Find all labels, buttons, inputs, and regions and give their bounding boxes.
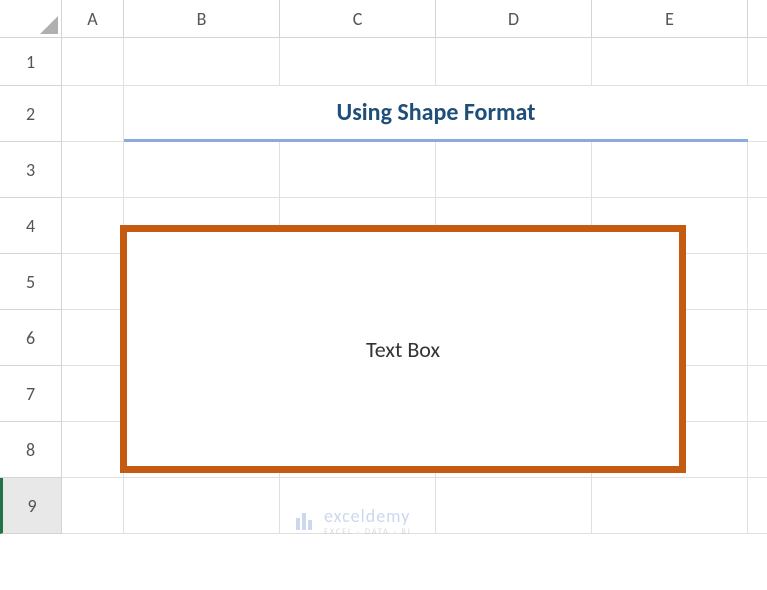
row-header-7[interactable]: 7 bbox=[0, 366, 62, 422]
column-headers: ABCDEF bbox=[62, 0, 767, 38]
title-cell[interactable]: Using Shape Format bbox=[124, 86, 748, 142]
cell-E9[interactable] bbox=[592, 478, 748, 534]
watermark: exceldemy EXCEL · DATA · BI bbox=[290, 505, 412, 537]
row-header-2[interactable]: 2 bbox=[0, 86, 62, 142]
cell-A2[interactable] bbox=[62, 86, 124, 142]
cell-F5[interactable] bbox=[748, 254, 767, 310]
column-header-E[interactable]: E bbox=[592, 0, 748, 38]
row-header-1[interactable]: 1 bbox=[0, 38, 62, 86]
cell-F2[interactable] bbox=[748, 86, 767, 142]
row-header-9[interactable]: 9 bbox=[0, 478, 62, 534]
cell-B3[interactable] bbox=[124, 142, 280, 198]
column-header-F[interactable]: F bbox=[748, 0, 767, 38]
cell-A4[interactable] bbox=[62, 198, 124, 254]
select-all-triangle-icon bbox=[40, 16, 58, 34]
column-header-B[interactable]: B bbox=[124, 0, 280, 38]
cell-A5[interactable] bbox=[62, 254, 124, 310]
cell-A7[interactable] bbox=[62, 366, 124, 422]
row-header-3[interactable]: 3 bbox=[0, 142, 62, 198]
cell-F3[interactable] bbox=[748, 142, 767, 198]
cell-B9[interactable] bbox=[124, 478, 280, 534]
cell-B1[interactable] bbox=[124, 38, 280, 86]
grid-row bbox=[62, 478, 767, 534]
watermark-chart-icon bbox=[290, 510, 316, 532]
cell-A6[interactable] bbox=[62, 310, 124, 366]
cell-D9[interactable] bbox=[436, 478, 592, 534]
row-header-4[interactable]: 4 bbox=[0, 198, 62, 254]
cell-D1[interactable] bbox=[436, 38, 592, 86]
row-header-5[interactable]: 5 bbox=[0, 254, 62, 310]
column-header-A[interactable]: A bbox=[62, 0, 124, 38]
row-header-8[interactable]: 8 bbox=[0, 422, 62, 478]
row-header-6[interactable]: 6 bbox=[0, 310, 62, 366]
cell-F1[interactable] bbox=[748, 38, 767, 86]
cell-A8[interactable] bbox=[62, 422, 124, 478]
cell-A3[interactable] bbox=[62, 142, 124, 198]
cell-F7[interactable] bbox=[748, 366, 767, 422]
cell-C1[interactable] bbox=[280, 38, 436, 86]
row-headers: 123456789 bbox=[0, 38, 62, 534]
cell-F9[interactable] bbox=[748, 478, 767, 534]
cell-E3[interactable] bbox=[592, 142, 748, 198]
cell-F6[interactable] bbox=[748, 310, 767, 366]
column-header-C[interactable]: C bbox=[280, 0, 436, 38]
grid-row bbox=[62, 142, 767, 198]
textbox-shape[interactable]: Text Box bbox=[120, 225, 686, 473]
cell-D3[interactable] bbox=[436, 142, 592, 198]
cell-F4[interactable] bbox=[748, 198, 767, 254]
grid-row bbox=[62, 38, 767, 86]
watermark-name: exceldemy bbox=[324, 505, 412, 527]
cell-A1[interactable] bbox=[62, 38, 124, 86]
cell-E1[interactable] bbox=[592, 38, 748, 86]
select-all-button[interactable] bbox=[0, 0, 62, 38]
column-header-D[interactable]: D bbox=[436, 0, 592, 38]
cell-C3[interactable] bbox=[280, 142, 436, 198]
cell-A9[interactable] bbox=[62, 478, 124, 534]
textbox-content: Text Box bbox=[366, 336, 440, 363]
watermark-tagline: EXCEL · DATA · BI bbox=[324, 527, 412, 537]
grid-row: Using Shape Format bbox=[62, 86, 767, 142]
cell-F8[interactable] bbox=[748, 422, 767, 478]
